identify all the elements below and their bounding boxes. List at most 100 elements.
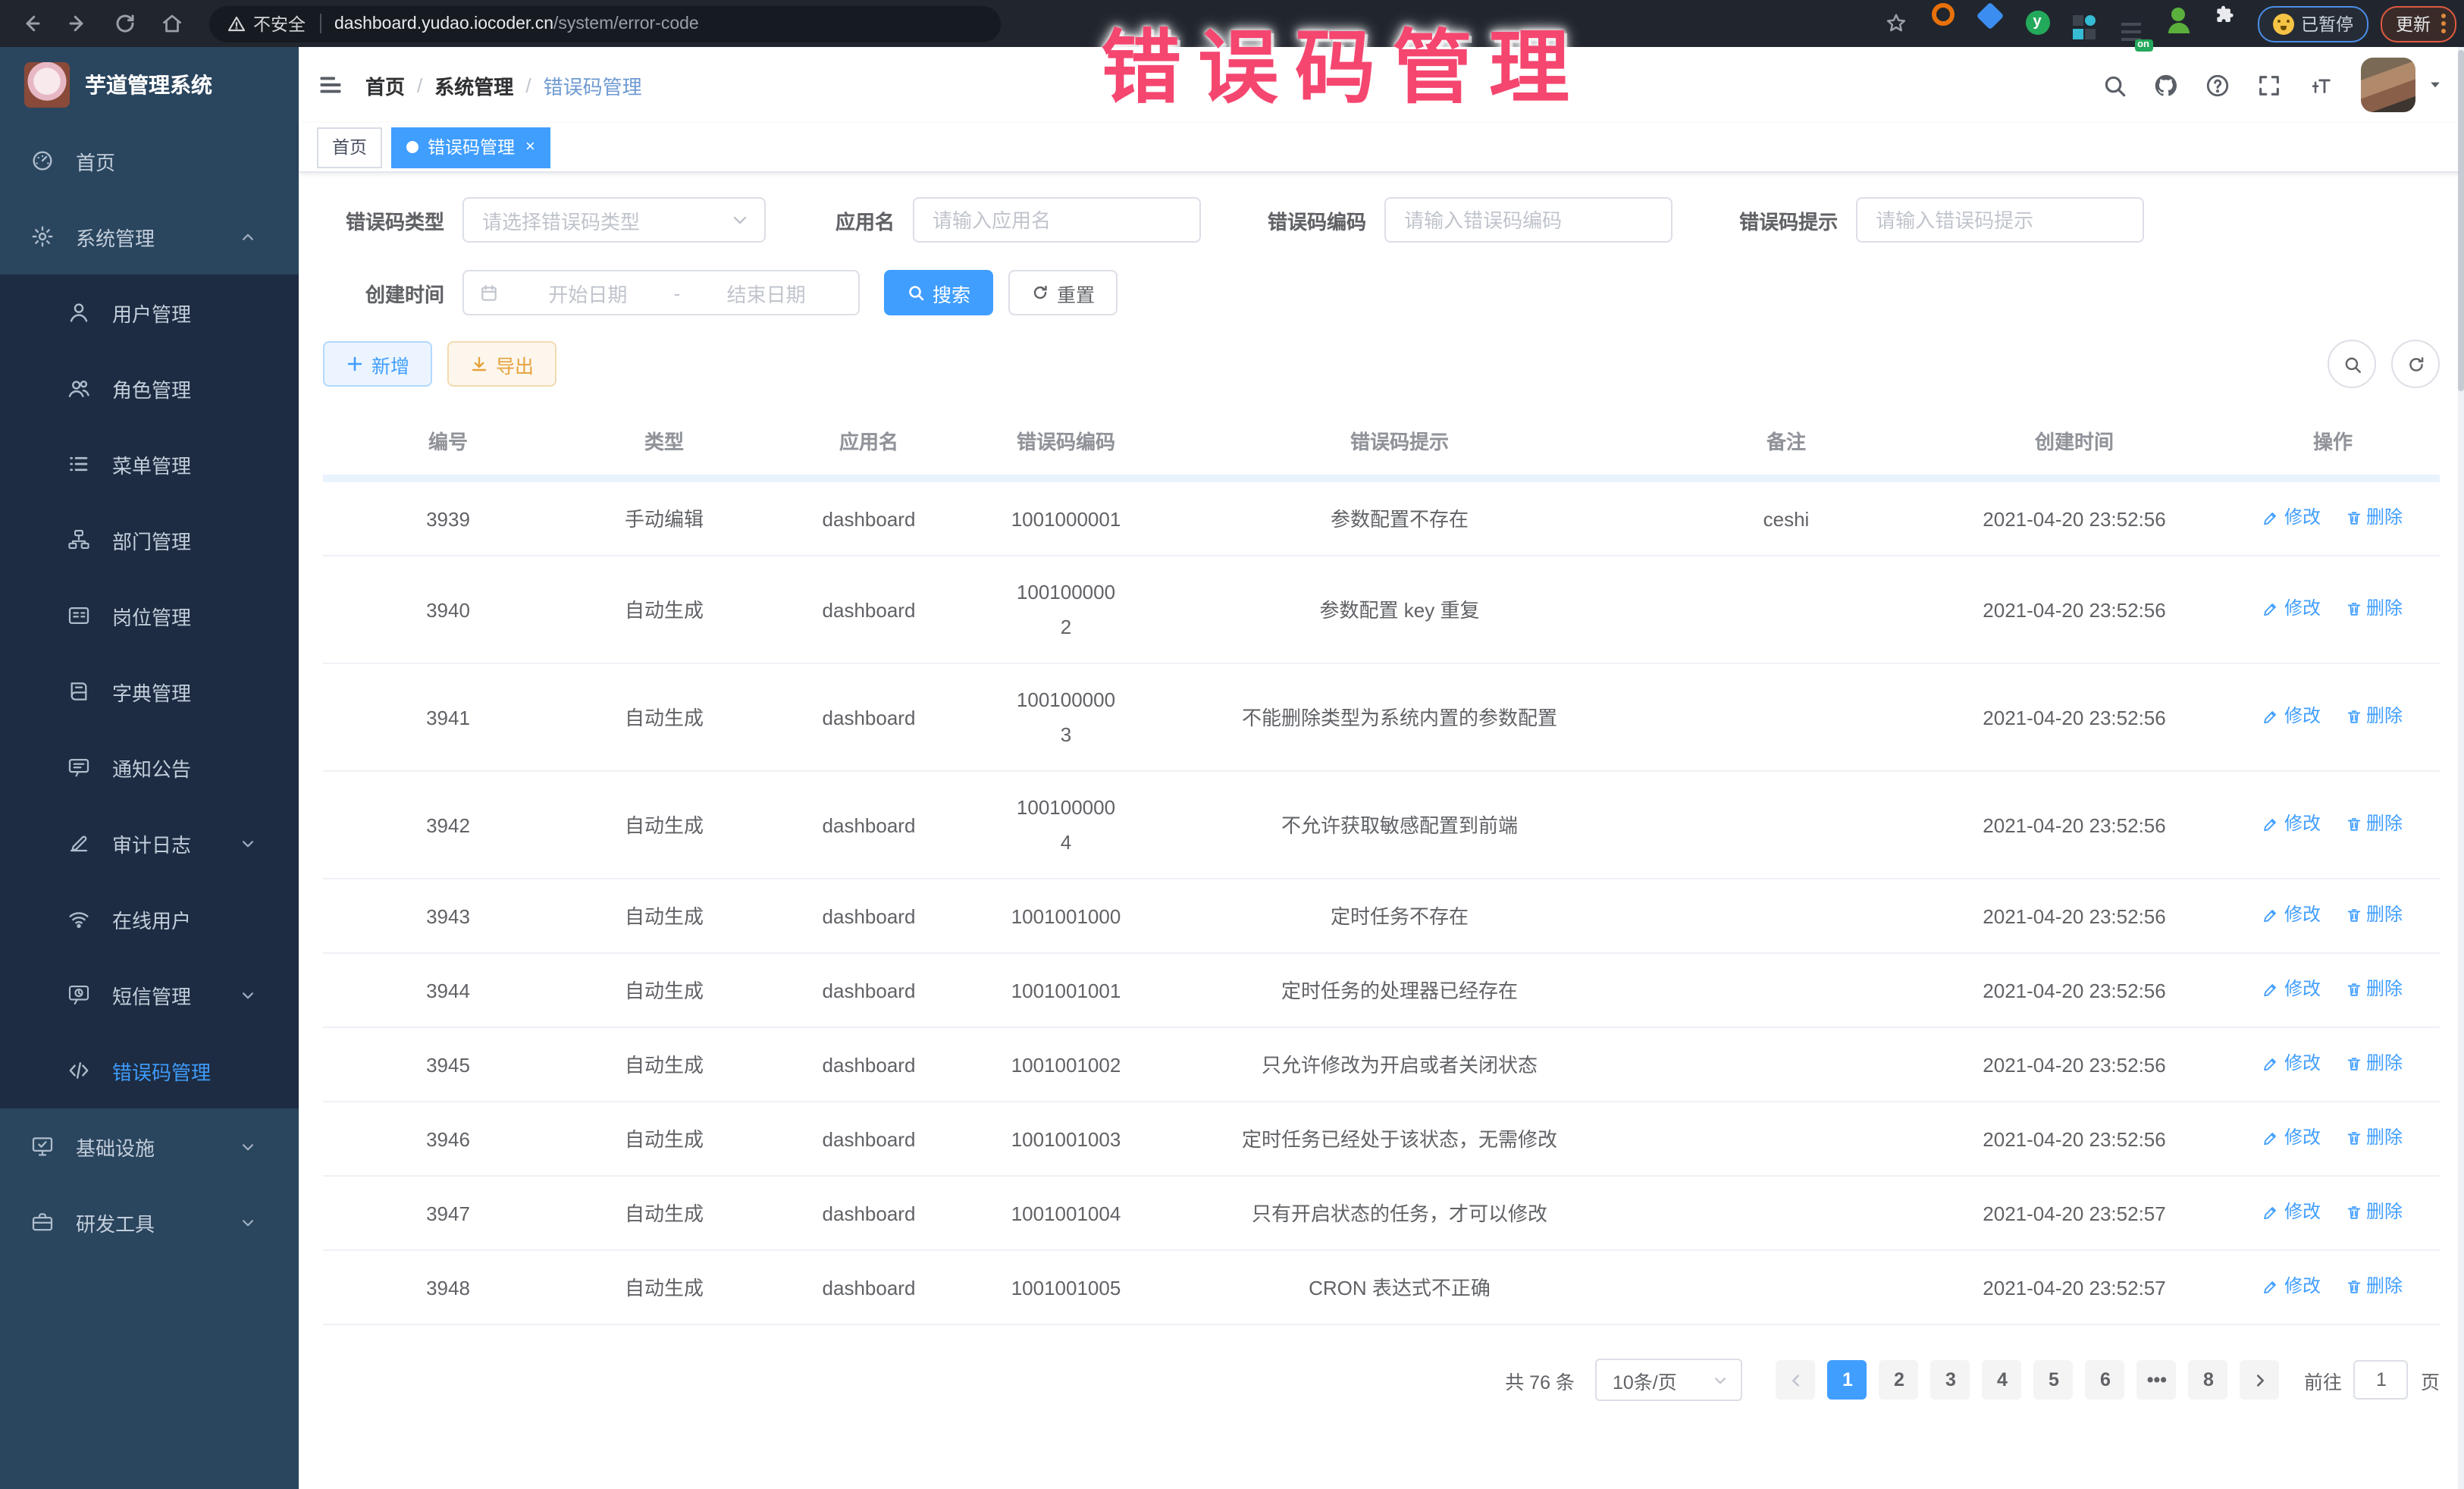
edit-link[interactable]: 修改 [2263, 1195, 2321, 1230]
refresh-table-button[interactable] [2391, 340, 2440, 388]
help-icon[interactable] [2205, 72, 2230, 98]
edit-link[interactable]: 修改 [2263, 591, 2321, 626]
hamburger-icon[interactable] [317, 71, 344, 99]
create-time-range-picker[interactable]: 开始日期 - 结束日期 [462, 270, 860, 315]
breadcrumb-item[interactable]: 系统管理 [434, 71, 513, 99]
page-button-1[interactable]: 1 [1828, 1360, 1867, 1400]
sidebar-item-online-users[interactable]: 在线用户 [0, 881, 299, 957]
sidebar-item-notices[interactable]: 通知公告 [0, 729, 299, 805]
profile-paused-badge[interactable]: 已暂停 [2257, 5, 2368, 42]
extension-green-circle-icon[interactable]: y [2022, 8, 2052, 38]
search-button[interactable]: 搜索 [884, 270, 993, 315]
browser-address-bar[interactable]: 不安全 dashboard.yudao.iocoder.cn/system/er… [209, 5, 1001, 42]
close-icon[interactable]: × [525, 139, 535, 155]
sidebar-item-infrastructure[interactable]: 基础设施 [0, 1108, 299, 1184]
delete-link[interactable]: 删除 [2345, 591, 2403, 626]
breadcrumb-item[interactable]: 首页 [365, 71, 405, 99]
delete-link[interactable]: 删除 [2345, 1121, 2403, 1155]
edit-link[interactable]: 修改 [2263, 699, 2321, 734]
browser-forward-icon[interactable] [61, 7, 94, 40]
table-row[interactable]: 3945自动生成dashboard1001001002只允许修改为开启或者关闭状… [323, 1027, 2440, 1102]
table-row[interactable]: 3946自动生成dashboard1001001003定时任务已经处于该状态，无… [323, 1102, 2440, 1176]
page-size-select[interactable]: 10条/页 [1596, 1359, 1743, 1401]
sidebar-item-dev-tools[interactable]: 研发工具 [0, 1184, 299, 1260]
browser-reload-icon[interactable] [108, 7, 141, 40]
extension-squares-icon[interactable] [2069, 12, 2099, 42]
delete-link[interactable]: 删除 [2345, 1195, 2403, 1230]
browser-home-icon[interactable] [155, 7, 188, 40]
extension-list-on-icon[interactable]: on [2116, 17, 2146, 47]
bookmark-star-icon[interactable] [1879, 7, 1913, 40]
delete-link[interactable]: 删除 [2345, 500, 2403, 535]
edit-link[interactable]: 修改 [2263, 898, 2321, 933]
sidebar-item-dicts[interactable]: 字典管理 [0, 654, 299, 729]
table-row[interactable]: 3947自动生成dashboard1001001004只有开启状态的任务，才可以… [323, 1176, 2440, 1250]
table-row[interactable]: 3941自动生成dashboard100100000 3不能删除类型为系统内置的… [323, 663, 2440, 771]
edit-link[interactable]: 修改 [2263, 807, 2321, 842]
error-code-input[interactable] [1384, 197, 1672, 243]
tag-active[interactable]: 错误码管理× [391, 127, 550, 168]
scrollbar[interactable] [2458, 47, 2464, 1489]
fullscreen-icon[interactable] [2256, 72, 2282, 98]
tag-item[interactable]: 首页 [317, 127, 382, 168]
page-button-8[interactable]: 8 [2189, 1360, 2228, 1400]
sidebar-item-home[interactable]: 首页 [0, 123, 299, 199]
error-hint-input[interactable] [1856, 197, 2144, 243]
edit-link[interactable]: 修改 [2263, 1046, 2321, 1081]
extension-orange-ring-icon[interactable] [1928, 0, 1958, 30]
delete-link[interactable]: 删除 [2345, 972, 2403, 1007]
page-button-2[interactable]: 2 [1879, 1360, 1919, 1400]
add-button[interactable]: 新增 [323, 341, 432, 387]
sidebar-item-sms[interactable]: 短信管理 [0, 957, 299, 1033]
delete-link[interactable]: 删除 [2345, 699, 2403, 734]
page-button-6[interactable]: 6 [2086, 1360, 2125, 1400]
font-size-icon[interactable] [2308, 72, 2334, 98]
browser-menu-icon[interactable] [2441, 12, 2446, 35]
sidebar-item-roles[interactable]: 角色管理 [0, 350, 299, 426]
more-pages-button[interactable]: ••• [2137, 1360, 2177, 1400]
sidebar-item-menus[interactable]: 菜单管理 [0, 426, 299, 502]
extension-blue-gem-icon[interactable] [1975, 2, 2005, 32]
delete-link[interactable]: 删除 [2345, 1046, 2403, 1081]
browser-update-button[interactable]: 更新 [2381, 5, 2456, 42]
page-button-5[interactable]: 5 [2034, 1360, 2074, 1400]
page-button-4[interactable]: 4 [1983, 1360, 2022, 1400]
github-icon[interactable] [2153, 72, 2179, 98]
table-row[interactable]: 3943自动生成dashboard1001001000定时任务不存在2021-0… [323, 879, 2440, 953]
sidebar-item-posts[interactable]: 岗位管理 [0, 578, 299, 654]
error-type-select[interactable]: 请选择错误码类型 [462, 197, 766, 243]
prev-page-button[interactable] [1776, 1360, 1816, 1400]
edit-link[interactable]: 修改 [2263, 500, 2321, 535]
browser-back-icon[interactable] [14, 7, 47, 40]
reset-button[interactable]: 重置 [1008, 270, 1118, 315]
user-avatar[interactable] [2361, 58, 2415, 112]
edit-link[interactable]: 修改 [2263, 1121, 2321, 1155]
table-row[interactable]: 3940自动生成dashboard100100000 2参数配置 key 重复2… [323, 556, 2440, 663]
extension-green-person-icon[interactable] [2163, 5, 2193, 35]
delete-link[interactable]: 删除 [2345, 807, 2403, 842]
sidebar-item-error-codes[interactable]: 错误码管理 [0, 1033, 299, 1108]
page-button-3[interactable]: 3 [1931, 1360, 1970, 1400]
export-button[interactable]: 导出 [447, 341, 556, 387]
delete-link[interactable]: 删除 [2345, 1269, 2403, 1304]
app-logo[interactable]: 芋道管理系统 [0, 47, 299, 123]
sidebar-item-audit-logs[interactable]: 审计日志 [0, 805, 299, 881]
edit-link[interactable]: 修改 [2263, 1269, 2321, 1304]
sidebar-item-users[interactable]: 用户管理 [0, 274, 299, 350]
toggle-search-button[interactable] [2328, 340, 2376, 388]
edit-link[interactable]: 修改 [2263, 972, 2321, 1007]
next-page-button[interactable] [2240, 1360, 2280, 1400]
table-row[interactable]: 3948自动生成dashboard1001001005CRON 表达式不正确20… [323, 1250, 2440, 1324]
app-name-input[interactable] [913, 197, 1201, 243]
table-row[interactable]: 3944自动生成dashboard1001001001定时任务的处理器已经存在2… [323, 953, 2440, 1027]
scrollbar-thumb[interactable] [2458, 50, 2464, 391]
caret-down-icon[interactable] [2428, 77, 2443, 92]
table-row[interactable]: 3942自动生成dashboard100100000 4不允许获取敏感配置到前端… [323, 771, 2440, 879]
table-row[interactable]: 3939手动编辑dashboard1001000001参数配置不存在ceshi2… [323, 482, 2440, 556]
delete-link[interactable]: 删除 [2345, 898, 2403, 933]
goto-page-input[interactable] [2354, 1360, 2409, 1400]
extension-puzzle-icon[interactable] [2210, 0, 2240, 30]
sidebar-item-system[interactable]: 系统管理 [0, 199, 299, 274]
search-icon[interactable] [2102, 72, 2127, 98]
sidebar-item-depts[interactable]: 部门管理 [0, 502, 299, 578]
